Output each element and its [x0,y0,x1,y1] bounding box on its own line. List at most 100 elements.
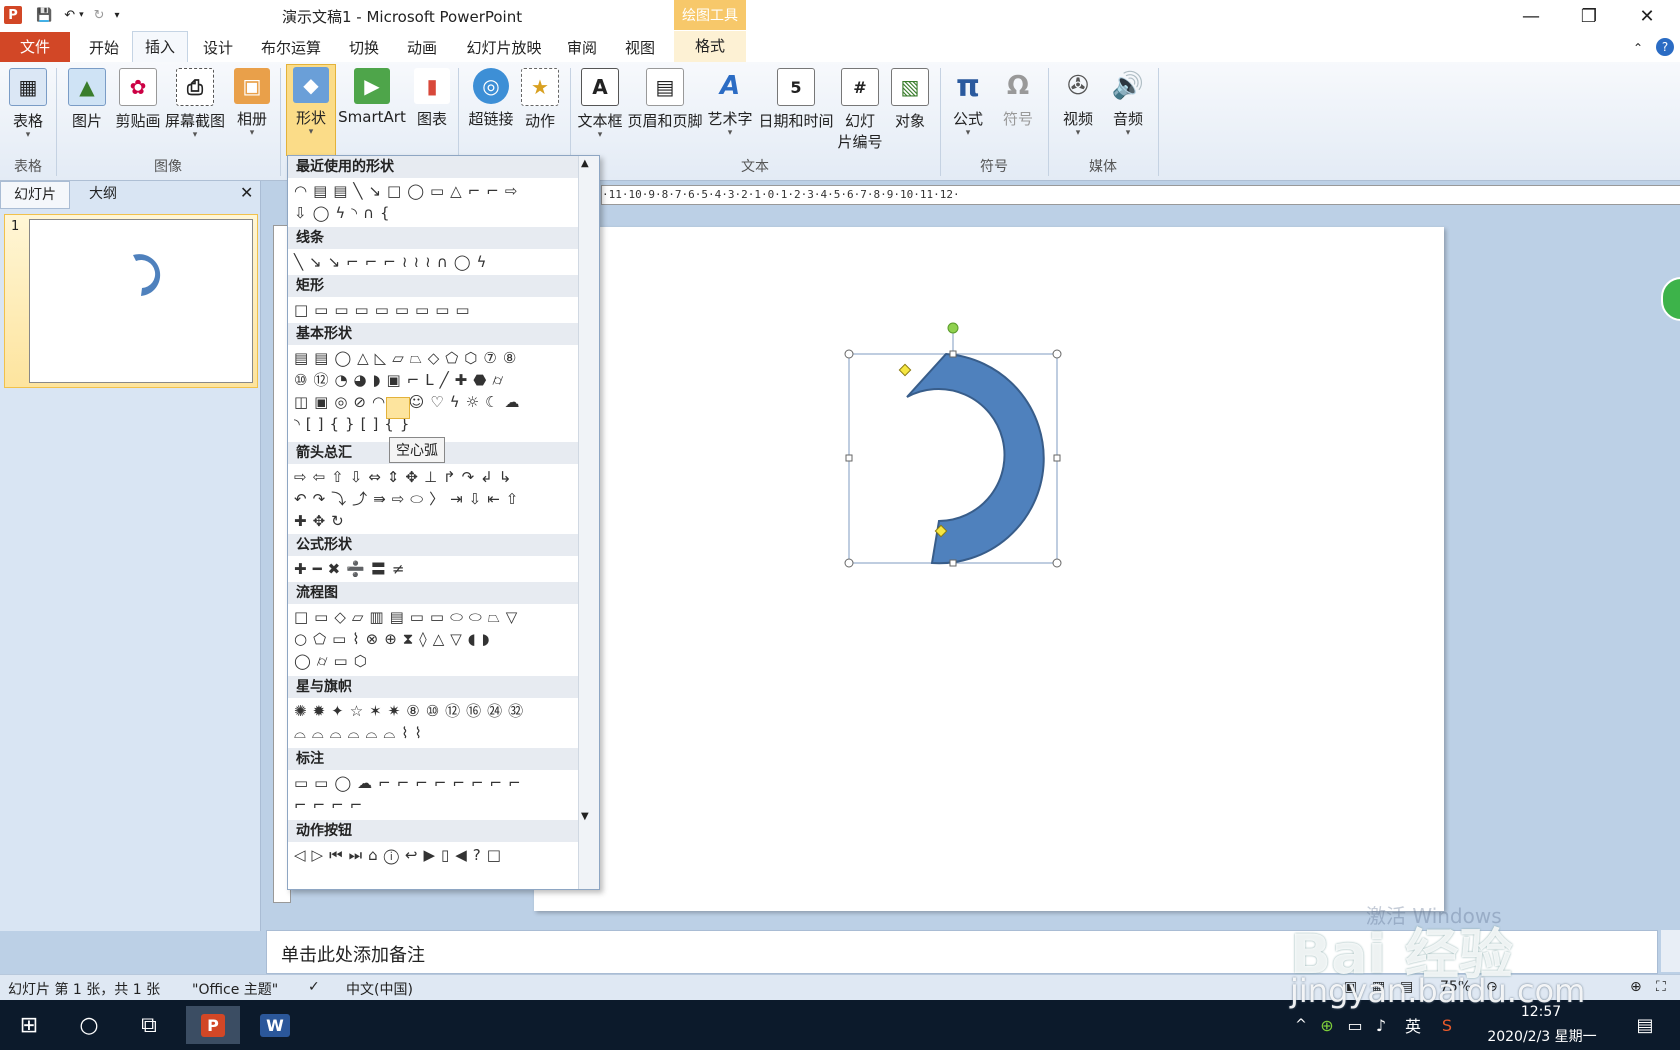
task-view-icon[interactable]: ⧉ [130,1006,168,1044]
undo-icon[interactable]: ↶ [64,8,75,23]
stars-row[interactable]: ⌓⌓⌓⌓⌓⌓⌇⌇ [294,722,428,744]
customize-qat-icon[interactable]: ▾ [115,10,120,21]
search-circle-icon[interactable]: ○ [70,1006,108,1044]
resize-handle[interactable] [844,558,854,568]
tab-home[interactable]: 开始 [84,36,124,60]
screenshot-button[interactable]: ⎙ 屏幕截图 ▾ [164,66,226,140]
album-button[interactable]: ▣ 相册 ▾ [232,66,272,138]
clock-date[interactable]: 2020/2/3 星期一 [1472,1026,1612,1046]
maximize-button[interactable]: ❐ [1574,6,1604,27]
adjust-handle[interactable] [898,363,912,377]
notes-scrollbar[interactable] [1661,930,1680,972]
resize-handle[interactable] [1052,558,1062,568]
zoom-in-icon[interactable]: ⊕ [1630,979,1642,995]
tab-outline[interactable]: 大纲 [70,181,136,207]
close-icon[interactable]: ✕ [240,183,253,202]
clipart-icon: ✿ [119,68,157,106]
equation-button[interactable]: π 公式 ▾ [948,66,988,138]
tab-design[interactable]: 设计 [198,36,238,60]
powerpoint-taskbar-icon[interactable]: P [186,1006,240,1044]
flowchart-row[interactable]: □▭◇▱▥▤▭▭⬭⬭⏢▽ [294,606,523,628]
spellcheck-icon[interactable]: ✓ [308,979,320,995]
undo-dropdown-icon[interactable]: ▾ [79,10,84,20]
flowchart-row[interactable]: ○⬠▭⌇⊗⊕⧗◊△▽◖◗ [294,628,496,650]
recent-shapes-row[interactable]: ⇩◯ϟ◝∩{ [294,202,396,224]
theme-status[interactable]: "Office 主题" [192,979,278,999]
slide-thumbnail-item[interactable]: 1 [4,214,258,388]
recent-shapes-row[interactable]: ◠▤▤╲↘□◯▭△⌐⌐⇨ [294,180,523,202]
shapes-button[interactable]: ◆ 形状 ▾ [286,64,336,156]
close-button[interactable]: ✕ [1632,6,1662,27]
datetime-button[interactable]: 5 日期和时间 [758,66,834,131]
resize-handle[interactable] [845,454,853,462]
textbox-button[interactable]: A 文本框 ▾ [576,66,624,140]
tab-view[interactable]: 视图 [620,36,660,60]
picture-label: 图片 [71,112,102,130]
save-icon[interactable]: 💾 [36,8,52,23]
lines-row[interactable]: ╲↘↘⌐⌐⌐≀≀≀∩◯ϟ [294,251,492,273]
datetime-label: 日期和时间 [758,112,834,130]
basic-shapes-row[interactable]: ⑩⑫◔◕◗▣⌐L╱✚⬣⌭ [294,369,509,391]
action-button[interactable]: ★ 动作 [520,66,560,131]
flowchart-row[interactable]: ◯⌭▭⬡ [294,650,373,672]
notification-icon[interactable]: ▤ [1626,1006,1664,1044]
stars-row[interactable]: ✺✹✦☆✶✷⑧⑩⑫⑯㉔㉜ [294,700,529,722]
tab-slides[interactable]: 幻灯片 [0,181,70,209]
audio-button[interactable]: 🔊 音频 ▾ [1106,66,1150,138]
action-buttons-row[interactable]: ◁▷⏮⏭⌂ⓘ↩▶▯◀?□ [294,844,507,866]
floating-badge-icon[interactable] [1661,277,1680,321]
word-taskbar-icon[interactable]: W [256,1006,294,1044]
tab-format[interactable]: 格式 [674,31,746,62]
callouts-row[interactable]: ▭▭◯☁⌐⌐⌐⌐⌐⌐⌐⌐ [294,772,527,794]
language-status[interactable]: 中文(中国) [346,979,413,999]
block-arc-shape[interactable] [906,352,1045,565]
picture-button[interactable]: ▲ 图片 [66,66,108,131]
equation-shapes-row[interactable]: ✚━✖➗〓≠ [294,558,410,580]
tab-file[interactable]: 文件 [0,32,70,62]
video-button[interactable]: ✇ 视频 ▾ [1056,66,1100,138]
table-button[interactable]: ▦ 表格 ▾ [6,66,50,140]
resize-handle[interactable] [949,559,957,567]
clipart-button[interactable]: ✿ 剪贴画 [114,66,162,131]
windows-start-icon[interactable]: ⊞ [10,1006,48,1044]
fit-to-window-icon[interactable]: ⛶ [1656,979,1666,995]
tab-slideshow[interactable]: 幻灯片放映 [462,36,546,60]
ribbon-collapse-icon[interactable]: ⌃ [1630,36,1646,60]
sogou-input-icon[interactable]: S [1428,1006,1466,1044]
minimize-button[interactable]: — [1516,6,1546,27]
rotation-handle[interactable] [947,322,959,334]
block-arc-shape-option-hovered[interactable] [386,397,410,419]
slide-thumbnail[interactable] [29,219,253,383]
tab-transitions[interactable]: 切换 [344,36,384,60]
ime-indicator[interactable]: 英 [1394,1006,1432,1044]
wordart-button[interactable]: A 艺术字 ▾ [706,66,754,138]
tab-boolean[interactable]: 布尔运算 [258,36,324,60]
tab-insert[interactable]: 插入 [132,31,188,63]
resize-handle[interactable] [949,350,957,358]
tab-animations[interactable]: 动画 [402,36,442,60]
smartart-button[interactable]: ▶ SmartArt [338,66,406,126]
resize-handle[interactable] [1052,349,1062,359]
tab-review[interactable]: 审阅 [562,36,602,60]
header-footer-button[interactable]: ▤ 页眉和页脚 [626,66,704,131]
basic-shapes-row[interactable]: ▤▤◯△◺▱⏢◇⬠⬡⑦⑧ [294,347,522,369]
redo-icon[interactable]: ↻ [94,8,105,23]
powerpoint-app-icon[interactable]: P [4,6,22,24]
help-icon[interactable]: ? [1656,38,1674,56]
arrows-row[interactable]: ↶↷⤵⤴⇛⇨⬭〉⇥⇩⇤⇧ [294,488,524,510]
chart-button[interactable]: ▮ 图表 [412,66,452,129]
resize-handle[interactable] [1053,454,1061,462]
hyperlink-button[interactable]: ◎ 超链接 [466,66,516,129]
object-button[interactable]: ▧ 对象 [888,66,932,131]
scroll-up-icon[interactable]: ▲ [581,158,589,169]
shapes-gallery-scrollbar[interactable]: ▲ ▼ [578,156,599,889]
scroll-down-icon[interactable]: ▼ [581,811,589,822]
symbol-button[interactable]: Ω 符号 [998,66,1038,129]
callouts-row[interactable]: ⌐⌐⌐⌐ [294,794,368,816]
rectangles-row[interactable]: □▭▭▭▭▭▭▭▭ [294,299,476,321]
arrows-row[interactable]: ✚✥↻ [294,510,350,532]
resize-handle[interactable] [844,349,854,359]
slide-number-button[interactable]: # 幻灯 片编号 [836,66,884,152]
slide-canvas[interactable] [534,227,1444,911]
arrows-row[interactable]: ⇨⇦⇧⇩⇔⇕✥⊥↱↷↲↳ [294,466,517,488]
